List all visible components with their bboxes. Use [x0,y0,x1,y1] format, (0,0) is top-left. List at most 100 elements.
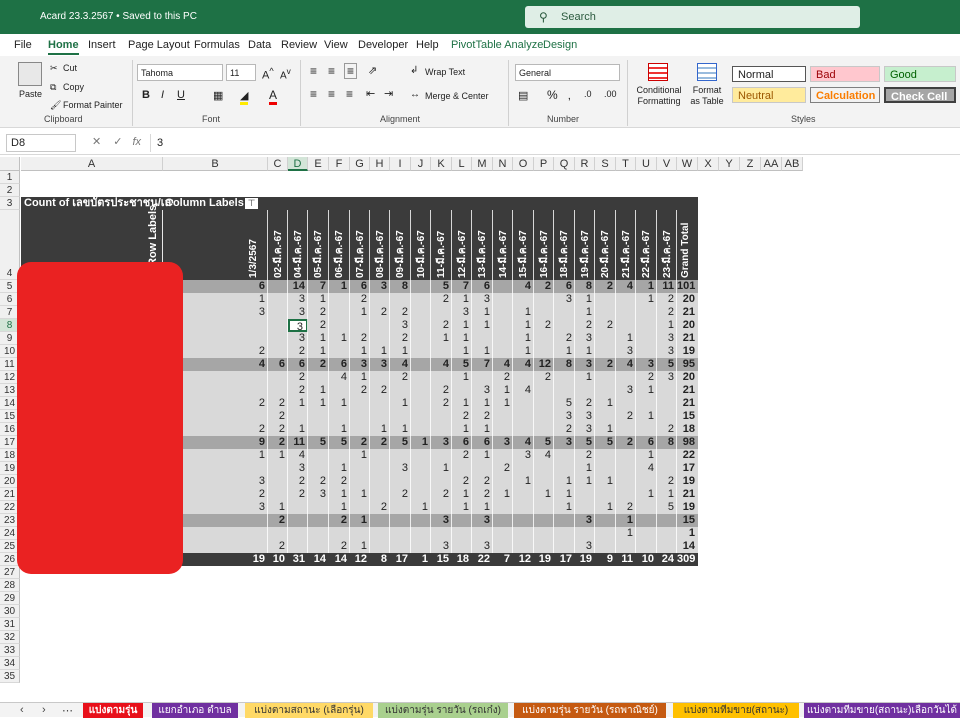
subtotal-cell[interactable]: 3 [636,358,657,371]
menu-tab-insert[interactable]: Insert [88,39,116,51]
date-header[interactable]: 18-มี.ค.-67 [557,212,572,278]
row-header-28[interactable]: 28 [0,579,20,592]
grand-total-cell[interactable]: 17 [390,553,411,566]
pivot-cell[interactable]: 1 [452,293,472,306]
grand-total-cell[interactable]: 7 [493,553,513,566]
active-cell[interactable]: 3 [288,319,308,332]
pivot-cell[interactable]: 20 [677,319,698,332]
pivot-cell[interactable]: 1 [308,397,329,410]
pivot-cell[interactable] [308,501,329,514]
pivot-cell[interactable] [595,332,616,345]
column-header-n[interactable]: N [493,157,513,171]
subtotal-cell[interactable]: 95 [677,358,698,371]
pivot-cell[interactable] [657,449,677,462]
decrease-indent-icon[interactable]: ⇤ [366,87,375,100]
pivot-cell[interactable] [411,449,431,462]
shrink-font-icon[interactable]: Av [280,66,291,81]
pivot-cell[interactable]: 2 [575,397,595,410]
pivot-cell[interactable] [534,384,554,397]
pivot-cell[interactable]: 2 [329,475,350,488]
column-header-i[interactable]: I [390,157,411,171]
pivot-cell[interactable]: 1 [329,462,350,475]
pivot-cell[interactable] [308,371,329,384]
pivot-cell[interactable]: 14 [677,540,698,553]
pivot-cell[interactable] [350,462,370,475]
pivot-cell[interactable]: 2 [657,475,677,488]
subtotal-cell[interactable] [513,514,534,527]
pivot-cell[interactable] [411,462,431,475]
pivot-cell[interactable] [554,319,575,332]
column-header-j[interactable]: J [411,157,431,171]
pivot-cell[interactable]: 1 [472,345,493,358]
column-header-x[interactable]: X [698,157,719,171]
pivot-cell[interactable]: 21 [677,488,698,501]
pivot-cell[interactable]: 2 [288,384,308,397]
pivot-cell[interactable]: 3 [308,488,329,501]
pivot-cell[interactable] [411,540,431,553]
pivot-cell[interactable] [575,527,595,540]
paste-button[interactable]: Paste [19,89,42,99]
pivot-cell[interactable] [616,475,636,488]
pivot-cell[interactable]: 17 [677,462,698,475]
pivot-cell[interactable] [431,345,452,358]
pivot-cell[interactable] [431,306,452,319]
date-header[interactable]: 08-มี.ค.-67 [373,212,388,278]
pivot-cell[interactable] [390,293,411,306]
pivot-cell[interactable]: 2 [308,475,329,488]
pivot-cell[interactable]: 2 [616,410,636,423]
pivot-cell[interactable]: 1 [288,397,308,410]
pivot-cell[interactable]: 1 [268,501,288,514]
pivot-cell[interactable] [390,475,411,488]
sheet-tab[interactable]: แบ่งตามทีมขาย(สถานะ) [673,703,799,718]
grand-total-cell[interactable]: 10 [636,553,657,566]
subtotal-cell[interactable]: 2 [268,514,288,527]
pivot-cell[interactable] [370,371,390,384]
pivot-cell[interactable]: 1 [493,397,513,410]
row-header-35[interactable]: 35 [0,670,20,683]
pivot-cell[interactable] [390,540,411,553]
pivot-cell[interactable] [370,449,390,462]
pivot-cell[interactable] [472,371,493,384]
pivot-cell[interactable] [657,410,677,423]
subtotal-cell[interactable]: 2 [268,436,288,449]
borders-icon[interactable]: ▦ [213,89,223,102]
column-header-q[interactable]: Q [554,157,575,171]
menu-tab-data[interactable]: Data [248,39,271,51]
pivot-cell[interactable]: 1 [575,306,595,319]
pivot-cell[interactable] [350,319,370,332]
pivot-cell[interactable]: 2 [268,410,288,423]
column-header-s[interactable]: S [595,157,616,171]
pivot-cell[interactable] [636,345,657,358]
pivot-cell[interactable]: 1 [329,488,350,501]
pivot-cell[interactable] [636,397,657,410]
pivot-cell[interactable] [411,306,431,319]
date-header[interactable]: 14-มี.ค.-67 [496,212,511,278]
grand-total-cell[interactable]: 1 [411,553,431,566]
pivot-cell[interactable]: 1 [636,293,657,306]
pivot-cell[interactable] [268,475,288,488]
pivot-cell[interactable]: 2 [350,293,370,306]
pivot-cell[interactable]: 1 [595,501,616,514]
pivot-cell[interactable] [390,527,411,540]
subtotal-cell[interactable]: 5 [575,436,595,449]
next-sheet-icon[interactable]: › [42,704,46,716]
pivot-cell[interactable]: 1 [308,332,329,345]
column-header-y[interactable]: Y [719,157,740,171]
pivot-cell[interactable]: 1 [370,345,390,358]
pivot-cell[interactable]: 4 [636,462,657,475]
pivot-cell[interactable]: 1 [636,488,657,501]
pivot-cell[interactable] [595,410,616,423]
row-header-27[interactable]: 27 [0,566,20,579]
menu-tab-file[interactable]: File [14,39,32,51]
pivot-cell[interactable]: 1 [452,423,472,436]
conditional-formatting-button[interactable]: Conditional Formatting [634,85,684,107]
pivot-cell[interactable] [411,371,431,384]
pivot-cell[interactable]: 2 [288,371,308,384]
pivot-cell[interactable] [657,397,677,410]
sheet-tab[interactable]: แบ่งตามรุ่น รายวัน (รถเก๋ง) [378,703,508,718]
pivot-cell[interactable] [534,501,554,514]
pivot-cell[interactable] [616,371,636,384]
pivot-cell[interactable] [595,306,616,319]
pivot-cell[interactable]: 2 [534,319,554,332]
pivot-cell[interactable]: 1 [513,319,534,332]
